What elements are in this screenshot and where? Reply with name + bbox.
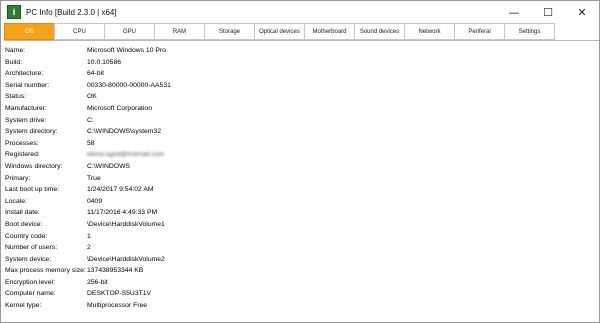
- info-label: Serial number:: [5, 81, 50, 89]
- info-label: Install date:: [5, 209, 40, 217]
- info-value: \Device\HarddiskVolume1: [87, 220, 165, 228]
- info-value: 58: [87, 139, 95, 147]
- info-value: 0409: [87, 197, 103, 205]
- info-row: Computer name: DESKTOP-S5U3T1V: [1, 288, 599, 300]
- info-label: Boot device:: [5, 220, 43, 228]
- info-value: C:: [87, 116, 94, 124]
- info-row: Number of users: 2: [1, 242, 599, 254]
- info-label: System drive:: [5, 116, 47, 124]
- info-row: Kernel type: Multiprocessor Free: [1, 300, 599, 312]
- tab-storage[interactable]: Storage: [204, 23, 254, 40]
- info-row: Serial number: 00330-80000-00000-AA531: [1, 80, 599, 92]
- info-row: Architecture: 64-bit: [1, 68, 599, 80]
- tab-periferal[interactable]: Periferal: [454, 23, 504, 40]
- info-row: Last boot up time: 1/24/2017 9:54:02 AM: [1, 184, 599, 196]
- info-label: Computer name:: [5, 290, 56, 298]
- tab-settings[interactable]: Settings: [504, 23, 555, 40]
- info-value: \Device\HarddiskVolume2: [87, 255, 165, 263]
- info-row: Primary: True: [1, 173, 599, 185]
- info-label: Max process memory size:: [5, 267, 86, 275]
- info-label: Registered:: [5, 151, 40, 159]
- info-value: 64-bit: [87, 70, 105, 78]
- info-label: Number of users:: [5, 244, 58, 252]
- info-value: 2: [87, 244, 91, 252]
- app-info-icon: i: [7, 5, 21, 19]
- os-info-list: Name: Microsoft Windows 10 Pro Build: 10.0.…: [1, 41, 599, 312]
- minimize-button[interactable]: —: [497, 1, 531, 23]
- info-label: Manufacturer:: [5, 104, 47, 112]
- info-value: 137438953344 KB: [87, 267, 144, 275]
- info-row: System drive: C:: [1, 115, 599, 127]
- info-value: C:\WINDOWS: [87, 162, 131, 170]
- info-row: Windows directory: C:\WINDOWS: [1, 161, 599, 173]
- info-row: Status: OK: [1, 91, 599, 103]
- info-label: System device:: [5, 255, 52, 263]
- tab-ram[interactable]: RAM: [154, 23, 204, 40]
- info-value: OK: [87, 93, 97, 101]
- info-row: System device: \Device\HarddiskVolume2: [1, 254, 599, 266]
- info-row: Processes: 58: [1, 138, 599, 150]
- info-row: Country code: 1: [1, 231, 599, 243]
- info-row: System directory: C:\WINDOWS\system32: [1, 126, 599, 138]
- info-label: Windows directory:: [5, 162, 63, 170]
- info-row: Name: Microsoft Windows 10 Pro: [1, 45, 599, 57]
- info-value: 11/17/2016 4:49:33 PM: [87, 209, 158, 217]
- tab-gpu[interactable]: GPU: [104, 23, 154, 40]
- info-row: Max process memory size: 137438953344 KB: [1, 265, 599, 277]
- info-label: Country code:: [5, 232, 48, 240]
- info-row: Registered: elena.ogod@hotmail.com: [1, 149, 599, 161]
- info-value: 1: [87, 232, 91, 240]
- info-label: Status:: [5, 93, 27, 101]
- info-label: Name:: [5, 47, 26, 54]
- info-label: Encryption level:: [5, 278, 55, 286]
- app-window: i PC Info [Build 2.3.0 | x64] — ☐ ✕ OS CP…: [0, 0, 600, 323]
- tab-os[interactable]: OS: [4, 23, 54, 40]
- tab-bar: OS CPU GPU RAM Storage Optical devices Motherb…: [4, 23, 599, 41]
- info-label: System directory:: [5, 128, 58, 136]
- close-button[interactable]: ✕: [565, 1, 599, 23]
- tab-cpu[interactable]: CPU: [54, 23, 104, 40]
- tab-network[interactable]: Network: [404, 23, 454, 40]
- info-value: 256-bit: [87, 278, 108, 286]
- info-row: Locale: 0409: [1, 196, 599, 208]
- info-row: Build: 10.0.10586: [1, 57, 599, 69]
- info-value: True: [87, 174, 101, 182]
- info-label: Processes:: [5, 139, 39, 147]
- info-value: C:\WINDOWS\system32: [87, 128, 162, 136]
- info-label: Last boot up time:: [5, 186, 60, 194]
- maximize-button[interactable]: ☐: [531, 1, 565, 23]
- info-value: 00330-80000-00000-AA531: [87, 81, 171, 89]
- info-value: 1/24/2017 9:54:02 AM: [87, 186, 154, 194]
- info-row: Encryption level: 256-bit: [1, 277, 599, 289]
- info-value: elena.ogod@hotmail.com: [87, 151, 165, 159]
- tab-optical-devices[interactable]: Optical devices: [254, 23, 304, 40]
- tab-motherboard[interactable]: Motherboard: [304, 23, 354, 40]
- info-label: Build:: [5, 58, 23, 66]
- info-row: Install date: 11/17/2016 4:49:33 PM: [1, 207, 599, 219]
- info-value: Multiprocessor Free: [87, 302, 148, 310]
- tab-sound-devices[interactable]: Sound devices: [354, 23, 404, 40]
- info-value: Microsoft Windows 10 Pro: [87, 47, 166, 54]
- window-title: PC Info [Build 2.3.0 | x64]: [26, 7, 117, 17]
- title-bar[interactable]: i PC Info [Build 2.3.0 | x64] — ☐ ✕: [1, 1, 599, 23]
- info-label: Primary:: [5, 174, 31, 182]
- info-row: Manufacturer: Microsoft Corporation: [1, 103, 599, 115]
- info-value: Microsoft Corporation: [87, 104, 152, 112]
- info-label: Architecture:: [5, 70, 44, 78]
- info-value: 10.0.10586: [87, 58, 122, 66]
- info-label: Kernel type:: [5, 302, 42, 310]
- info-value: DESKTOP-S5U3T1V: [87, 290, 152, 298]
- info-row: Boot device: \Device\HarddiskVolume1: [1, 219, 599, 231]
- info-label: Locale:: [5, 197, 27, 205]
